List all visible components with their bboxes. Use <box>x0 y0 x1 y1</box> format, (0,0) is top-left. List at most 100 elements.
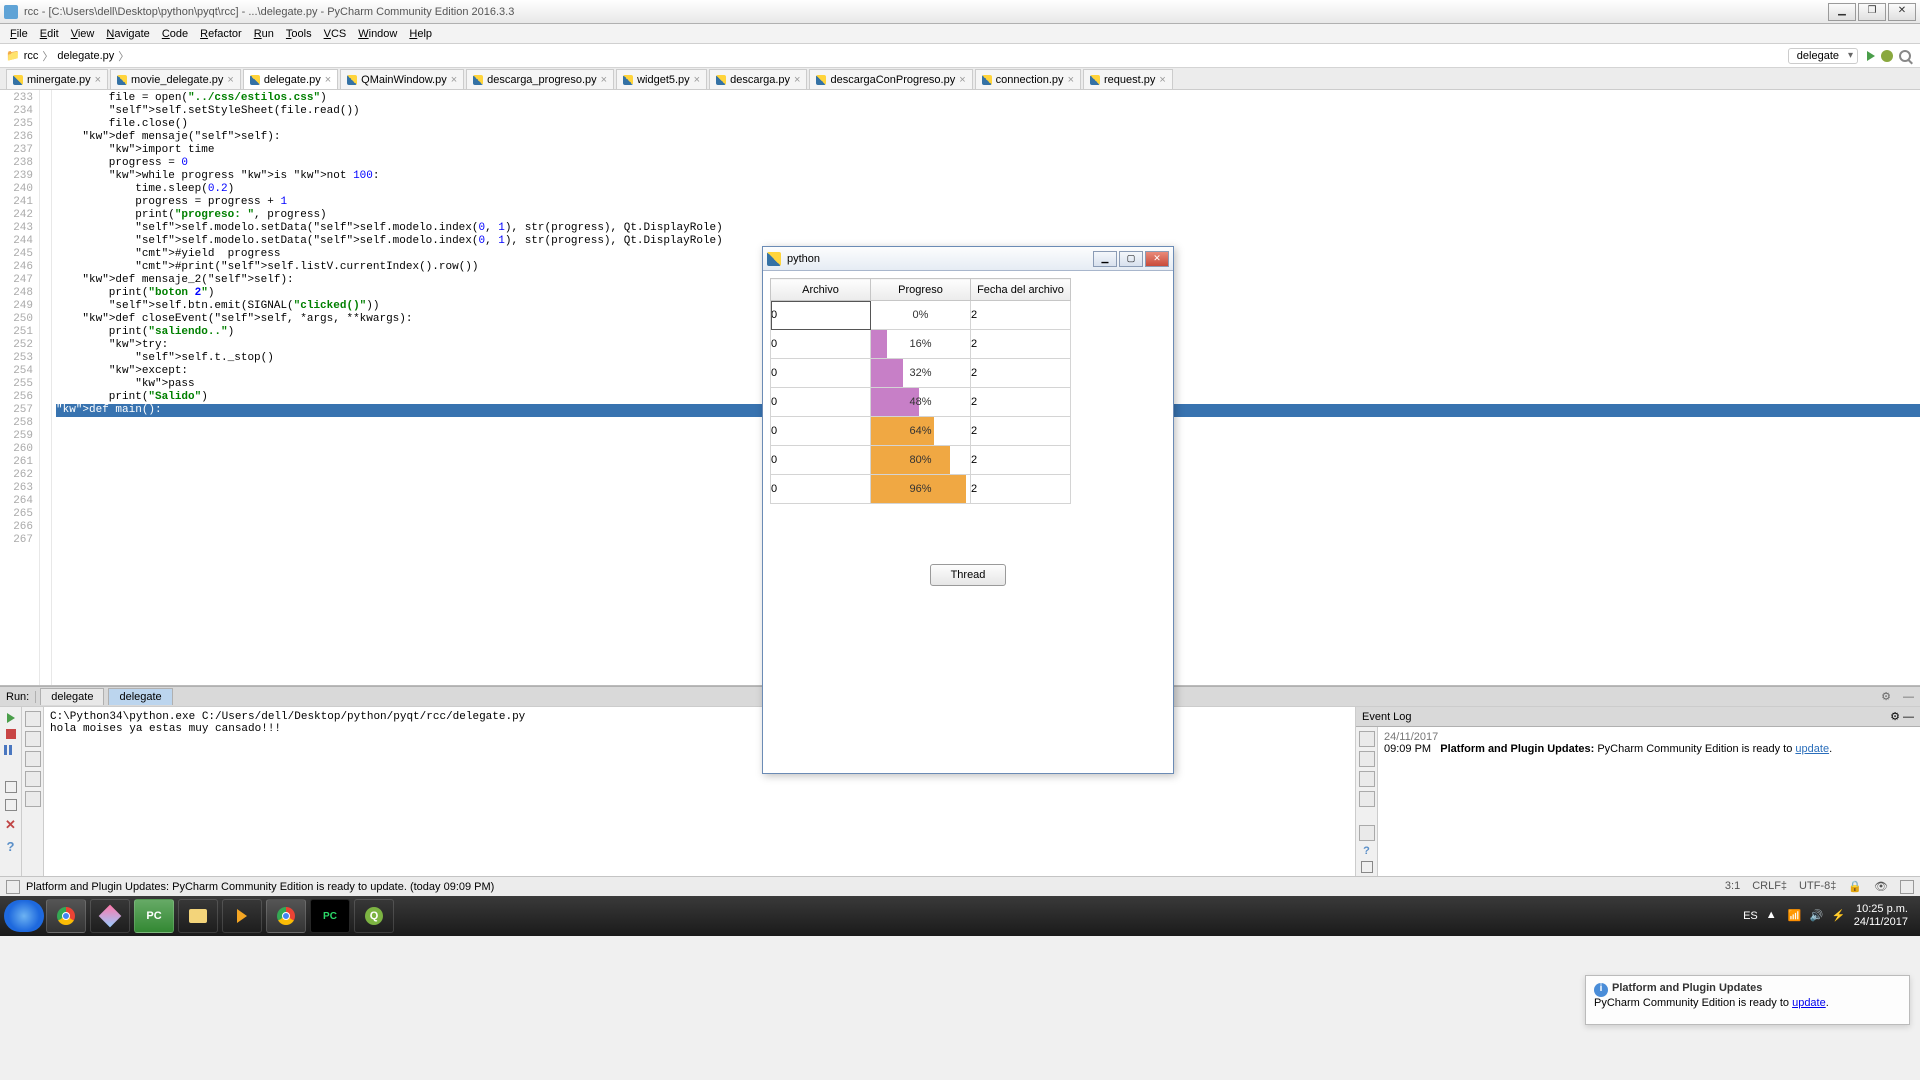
taskbar-qt[interactable]: Q <box>354 899 394 933</box>
el-help-icon[interactable]: ? <box>1363 845 1370 857</box>
run-tab-2[interactable]: delegate <box>108 688 172 705</box>
tab-close-icon[interactable]: × <box>1068 74 1074 86</box>
col-archivo[interactable]: Archivo <box>771 279 871 301</box>
cell-progreso[interactable]: 0% <box>871 301 971 330</box>
tab-close-icon[interactable]: × <box>1159 74 1165 86</box>
app-close-button[interactable]: ✕ <box>1145 251 1169 267</box>
tray-flag-icon[interactable]: ▲ <box>1766 909 1780 923</box>
taskbar-chrome-2[interactable] <box>266 899 306 933</box>
cell-fecha[interactable]: 2 <box>971 417 1071 446</box>
scroll-icon[interactable] <box>25 771 41 787</box>
taskbar-explorer[interactable] <box>178 899 218 933</box>
cell-progreso[interactable]: 16% <box>871 330 971 359</box>
system-tray[interactable]: ES ▲ 📶 🔊 ⚡ 10:25 p.m.24/11/2017 <box>1743 903 1916 929</box>
cell-progreso[interactable]: 48% <box>871 388 971 417</box>
el-icon-2[interactable] <box>1359 751 1375 767</box>
minimize-button[interactable]: ▁ <box>1828 3 1856 21</box>
windows-taskbar[interactable]: PC PC Q ES ▲ 📶 🔊 ⚡ 10:25 p.m.24/11/2017 <box>0 896 1920 936</box>
start-button[interactable] <box>4 900 44 932</box>
taskbar-pycharm-2[interactable]: PC <box>310 899 350 933</box>
tab-close-icon[interactable]: × <box>794 74 800 86</box>
file-tab[interactable]: delegate.py× <box>243 69 338 89</box>
table-row[interactable]: 016%2 <box>771 330 1071 359</box>
breadcrumb-root[interactable]: rcc <box>20 50 43 62</box>
cell-archivo[interactable]: 0 <box>771 388 871 417</box>
stop-icon[interactable] <box>6 729 16 739</box>
el-icon-5[interactable] <box>1359 825 1375 841</box>
run-settings-icon[interactable]: ⚙ <box>1875 690 1897 703</box>
table-row[interactable]: 032%2 <box>771 359 1071 388</box>
run-icon[interactable] <box>1867 51 1875 61</box>
col-fecha[interactable]: Fecha del archivo <box>971 279 1071 301</box>
cell-progreso[interactable]: 64% <box>871 417 971 446</box>
menu-edit[interactable]: Edit <box>34 28 65 40</box>
cell-fecha[interactable]: 2 <box>971 359 1071 388</box>
file-tab[interactable]: request.py× <box>1083 69 1173 89</box>
debug-icon[interactable] <box>1881 50 1893 62</box>
notif-update-link[interactable]: update <box>1792 997 1826 1009</box>
tab-close-icon[interactable]: × <box>227 74 233 86</box>
menu-code[interactable]: Code <box>156 28 194 40</box>
cell-progreso[interactable]: 96% <box>871 475 971 504</box>
taskbar-chrome[interactable] <box>46 899 86 933</box>
tray-lang[interactable]: ES <box>1743 910 1758 922</box>
table-row[interactable]: 096%2 <box>771 475 1071 504</box>
taskbar-app-2[interactable] <box>90 899 130 933</box>
cell-archivo[interactable]: 0 <box>771 301 871 330</box>
tab-close-icon[interactable]: × <box>601 74 607 86</box>
menu-file[interactable]: File <box>4 28 34 40</box>
app-minimize-button[interactable]: ▁ <box>1093 251 1117 267</box>
mem-icon[interactable] <box>1900 880 1914 894</box>
event-log-gear-icon[interactable]: ⚙ <box>1890 711 1900 723</box>
el-pin-icon[interactable] <box>1361 861 1373 873</box>
inspect-icon[interactable]: 👁 <box>1874 880 1888 894</box>
menu-help[interactable]: Help <box>403 28 438 40</box>
col-progreso[interactable]: Progreso <box>871 279 971 301</box>
readonly-lock-icon[interactable]: 🔒 <box>1848 880 1862 894</box>
table-row[interactable]: 080%2 <box>771 446 1071 475</box>
el-icon-3[interactable] <box>1359 771 1375 787</box>
cell-archivo[interactable]: 0 <box>771 417 871 446</box>
cell-archivo[interactable]: 0 <box>771 475 871 504</box>
event-log-update-link[interactable]: update <box>1795 743 1829 755</box>
close-run-icon[interactable]: ✕ <box>5 817 16 833</box>
table-row[interactable]: 048%2 <box>771 388 1071 417</box>
cell-archivo[interactable]: 0 <box>771 359 871 388</box>
menu-refactor[interactable]: Refactor <box>194 28 248 40</box>
taskbar-media[interactable] <box>222 899 262 933</box>
data-table[interactable]: Archivo Progreso Fecha del archivo 00%20… <box>770 278 1071 504</box>
event-log-hide-icon[interactable]: — <box>1903 711 1914 723</box>
file-tab[interactable]: descargaConProgreso.py× <box>809 69 972 89</box>
tray-vol-icon[interactable]: 🔊 <box>1810 909 1824 923</box>
rerun-icon[interactable] <box>7 713 15 723</box>
menu-vcs[interactable]: VCS <box>318 28 353 40</box>
status-toggle-icon[interactable] <box>6 880 20 894</box>
print-icon[interactable] <box>25 791 41 807</box>
file-tab[interactable]: connection.py× <box>975 69 1081 89</box>
pin-icon[interactable] <box>5 799 17 811</box>
run-config-selector[interactable]: delegate <box>1788 48 1858 64</box>
file-tab[interactable]: minergate.py× <box>6 69 108 89</box>
cell-archivo[interactable]: 0 <box>771 330 871 359</box>
menu-run[interactable]: Run <box>248 28 280 40</box>
down-icon[interactable] <box>25 731 41 747</box>
table-row[interactable]: 00%2 <box>771 301 1071 330</box>
cell-fecha[interactable]: 2 <box>971 330 1071 359</box>
file-tab[interactable]: descarga_progreso.py× <box>466 69 614 89</box>
tray-net-icon[interactable]: 📶 <box>1788 909 1802 923</box>
close-button[interactable]: ✕ <box>1888 3 1916 21</box>
app-maximize-button[interactable]: ▢ <box>1119 251 1143 267</box>
cell-progreso[interactable]: 32% <box>871 359 971 388</box>
breadcrumb-file[interactable]: delegate.py <box>53 50 118 62</box>
tab-close-icon[interactable]: × <box>451 74 457 86</box>
file-encoding[interactable]: UTF-8‡ <box>1799 880 1836 894</box>
el-icon-4[interactable] <box>1359 791 1375 807</box>
cell-fecha[interactable]: 2 <box>971 446 1071 475</box>
tab-close-icon[interactable]: × <box>694 74 700 86</box>
thread-button[interactable]: Thread <box>930 564 1006 586</box>
cell-fecha[interactable]: 2 <box>971 475 1071 504</box>
cell-fecha[interactable]: 2 <box>971 301 1071 330</box>
menu-tools[interactable]: Tools <box>280 28 318 40</box>
tab-close-icon[interactable]: × <box>325 74 331 86</box>
taskbar-pycharm[interactable]: PC <box>134 899 174 933</box>
